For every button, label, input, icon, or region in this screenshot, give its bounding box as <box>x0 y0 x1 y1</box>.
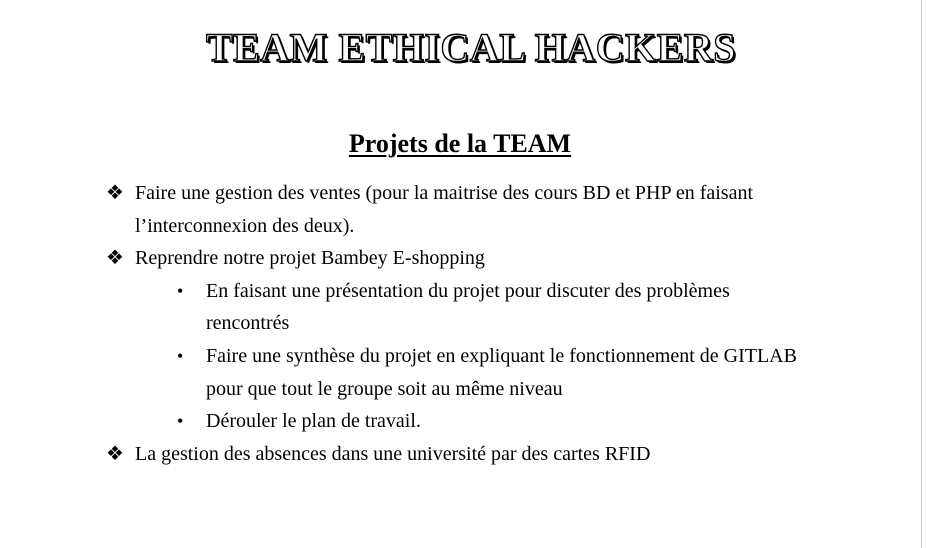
round-bullet-icon: • <box>177 280 184 301</box>
list-item: ❖ La gestion des absences dans une unive… <box>0 438 825 471</box>
diamond-four-petal-icon: ❖ <box>106 182 124 204</box>
document-title: TEAM ETHICAL HACKERS <box>205 24 737 70</box>
sub-list-item-text: En faisant une présentation du projet po… <box>206 279 730 335</box>
sub-list-item-text: Faire une synthèse du projet en expliqua… <box>206 344 797 400</box>
list-item-text: Faire une gestion des ventes (pour la ma… <box>135 182 754 237</box>
list-item: ❖ Faire une gestion des ventes (pour la … <box>0 177 825 242</box>
diamond-four-petal-icon: ❖ <box>106 247 124 270</box>
document-page: TEAM ETHICAL HACKERS Projets de la TEAM … <box>0 0 921 548</box>
list-item: ❖ Reprendre notre projet Bambey E-shoppi… <box>0 242 825 275</box>
round-bullet-icon: • <box>177 345 184 366</box>
list-item-text: Reprendre notre projet Bambey E-shopping <box>135 247 485 270</box>
round-bullet-icon: • <box>177 411 184 432</box>
sub-list-item: • Faire une synthèse du projet en expliq… <box>0 340 806 405</box>
sub-list-item-text: Dérouler le plan de travail. <box>206 410 421 433</box>
project-list: ❖ Faire une gestion des ventes (pour la … <box>0 177 921 470</box>
window-margin <box>922 0 927 548</box>
list-item-text: La gestion des absences dans une univers… <box>135 442 651 465</box>
section-heading: Projets de la TEAM <box>348 129 572 158</box>
sub-list-item: • En faisant une présentation du projet … <box>0 275 806 340</box>
diamond-four-petal-icon: ❖ <box>106 442 124 465</box>
sub-list-item: • Dérouler le plan de travail. <box>0 405 806 438</box>
